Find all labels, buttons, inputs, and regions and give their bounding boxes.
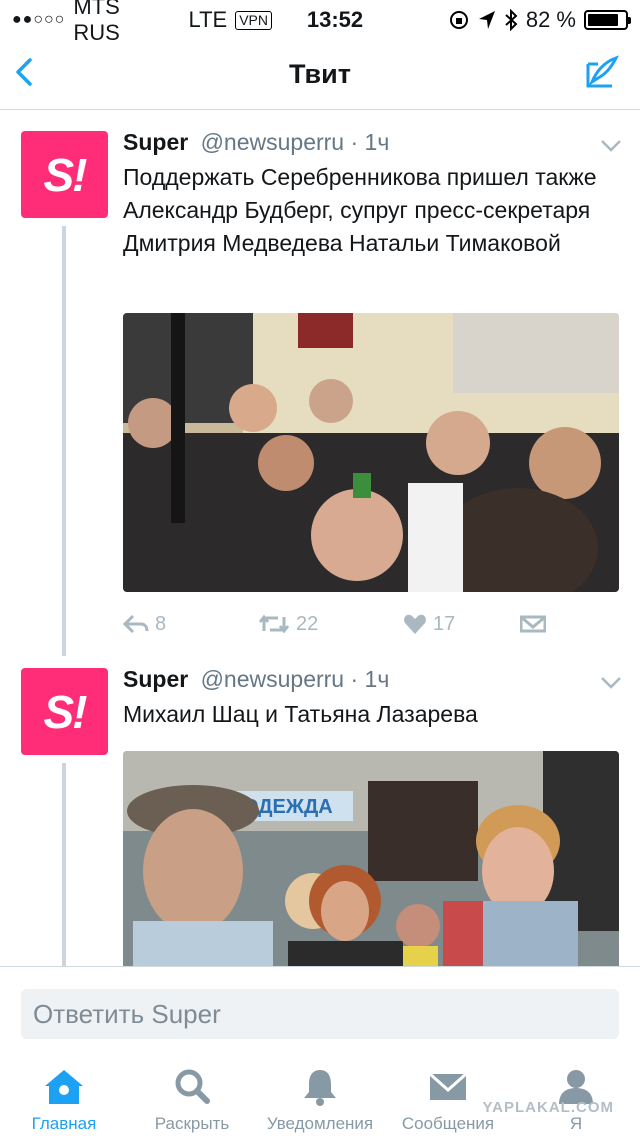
search-icon — [175, 1069, 210, 1104]
location-icon — [478, 11, 495, 29]
status-time: 13:52 — [306, 7, 364, 32]
orientation-lock-icon — [449, 11, 468, 29]
reply-icon — [123, 614, 149, 634]
reply-input[interactable]: Ответить Super — [21, 989, 619, 1039]
heart-icon — [404, 614, 426, 634]
tab-home[interactable]: Главная — [0, 1056, 128, 1138]
tweet-text: Михаил Шац и Татьяна Лазарева — [123, 701, 478, 727]
envelope-icon — [429, 1072, 467, 1100]
signal-strength-icon: ●●○○○ — [12, 11, 66, 28]
tab-label: Уведомления — [266, 1114, 374, 1133]
home-icon — [45, 1070, 83, 1104]
retweet-icon — [258, 614, 290, 634]
retweet-action[interactable]: 22 — [258, 613, 403, 636]
tab-label: Главная — [31, 1114, 97, 1133]
thread-line — [62, 226, 66, 656]
page-title: Твит — [289, 59, 351, 89]
battery-percent: 82 % — [525, 7, 576, 32]
tab-messages[interactable]: Сообщения — [384, 1056, 512, 1138]
tab-profile[interactable]: Я — [512, 1056, 640, 1138]
battery-icon — [584, 10, 631, 30]
tweet-feed[interactable]: S! Super @newsuperru · 1ч Поддержать Сер… — [0, 111, 640, 966]
compose-tweet-icon[interactable] — [582, 52, 622, 92]
avatar[interactable]: S! — [21, 131, 108, 218]
author-handle: @newsuperru — [200, 129, 345, 155]
share-action[interactable] — [520, 613, 546, 635]
share-envelope-icon — [520, 615, 546, 633]
watermark: YAPLAKAL.COM — [482, 1099, 614, 1116]
status-bar: ●●○○○ MTS RUS LTE VPN 13:52 82 % — [0, 0, 640, 45]
author-handle: @newsuperru — [200, 666, 345, 692]
tab-bar: Главная Раскрыть Уведомления Сообщения Я — [0, 1056, 640, 1138]
back-chevron-icon[interactable] — [10, 52, 40, 92]
chevron-down-icon[interactable] — [600, 139, 622, 153]
reply-action[interactable]: 8 — [123, 613, 258, 636]
avatar[interactable]: S! — [21, 668, 108, 755]
tweet-photo[interactable] — [123, 313, 619, 592]
reply-count: 8 — [155, 612, 167, 635]
retweet-count: 22 — [296, 612, 319, 635]
bluetooth-icon — [505, 9, 518, 31]
tab-label: Я — [569, 1114, 583, 1133]
tweet-header: Super @newsuperru · 1ч — [123, 129, 389, 156]
tweet-photo[interactable]: ОДЕЖДА — [123, 751, 619, 966]
network-label: LTE — [188, 7, 228, 32]
tweet-header: Super @newsuperru · 1ч — [123, 666, 389, 693]
tab-explore[interactable]: Раскрыть — [128, 1056, 256, 1138]
like-count: 17 — [433, 612, 456, 635]
tab-notifications[interactable]: Уведомления — [256, 1056, 384, 1138]
author-name[interactable]: Super — [123, 666, 188, 692]
tweet-item[interactable]: S! Super @newsuperru · 1ч Михаил Шац и Т… — [0, 656, 640, 966]
tweet-time: · 1ч — [350, 666, 390, 692]
navigation-bar: Твит — [0, 40, 640, 110]
tweet-text: Поддержать Серебренникова пришел также А… — [123, 164, 597, 256]
tweet-actions: 8 22 17 — [123, 609, 619, 639]
chevron-down-icon[interactable] — [600, 676, 622, 690]
tab-label: Сообщения — [401, 1114, 495, 1133]
like-action[interactable]: 17 — [403, 613, 520, 636]
tweet-item[interactable]: S! Super @newsuperru · 1ч Поддержать Сер… — [0, 111, 640, 656]
bell-icon — [304, 1070, 336, 1106]
tab-label: Раскрыть — [154, 1114, 230, 1133]
thread-line — [62, 763, 66, 966]
author-name[interactable]: Super — [123, 129, 188, 155]
tweet-time: · 1ч — [350, 129, 390, 155]
reply-bar: Ответить Super — [0, 966, 640, 1044]
